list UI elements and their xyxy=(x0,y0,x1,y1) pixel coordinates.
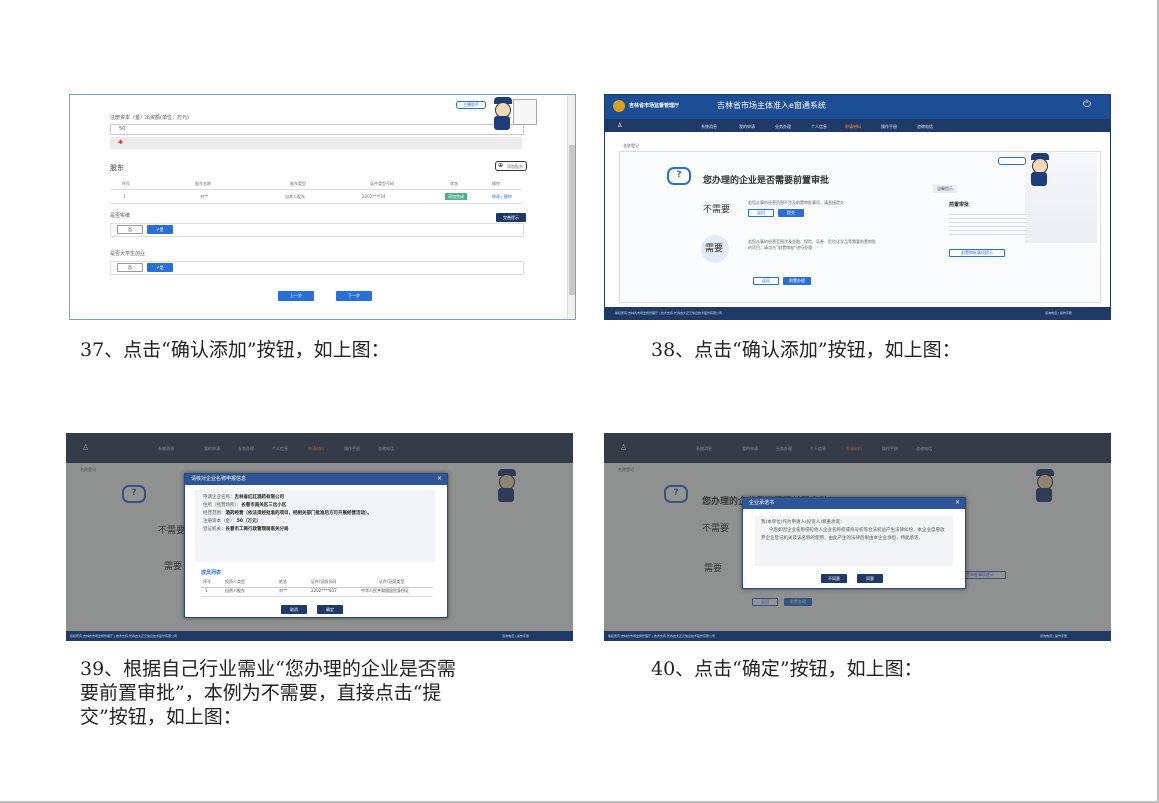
shareholder-section-title: 股东 xyxy=(110,164,124,172)
capital-field-label: 注册资本（金）出资额(单位：万元) xyxy=(110,115,189,121)
screenshot-39: ♙ 系统消息 我的申请 业务办理 个人信息 申请材料 操作手册 咨询电话 名称登… xyxy=(66,433,573,641)
add-shareholder-button[interactable]: 添加股东 ⊕ xyxy=(495,161,527,171)
shareholder-table-header: 序号 股东名称 股东类型 证件类型号码 状态 操作 xyxy=(110,179,522,190)
agree-button[interactable]: 同意 xyxy=(857,574,883,583)
disagree-button[interactable]: 不同意 xyxy=(821,574,847,583)
verify-dialog: 请核对企业名称申报信息 × 申请企业名称：吉林省红红酒药有限公司 住所（经营场所… xyxy=(184,473,448,618)
no-need-text: 若您从事的经营范围不涉及前置审批事项，请直接提交 xyxy=(748,200,844,205)
helper-badge[interactable]: 主播助手 xyxy=(456,101,486,109)
status-badge: 添加完成 xyxy=(445,193,467,200)
table-row: 1 刘** 自然人股东 2202****34 添加完成 修改 | 删除 xyxy=(110,191,522,204)
pre-approval-button[interactable]: 前置办理 xyxy=(783,277,811,285)
screenshot-40: ♙ 系统消息 我的申请 业务办理 个人信息 申请材料 操作手册 咨询电话 名称登… xyxy=(604,433,1111,641)
cancel-button[interactable]: 取消 xyxy=(281,605,307,614)
close-icon[interactable]: × xyxy=(955,499,960,506)
caption-40: 40、点击“确定”按钮，如上图： xyxy=(651,658,923,680)
paid-in-yes[interactable]: ✔是 xyxy=(147,225,173,234)
screenshot-37: 注册资本（金）出资额(单位：万元) 50 ✱ 股东 添加股东 ⊕ 序号 股东名称… xyxy=(69,94,576,320)
nav-materials[interactable]: 申请材料 xyxy=(845,124,861,130)
row-actions[interactable]: 修改 | 删除 xyxy=(492,194,512,200)
commitment-dialog: 企业承诺书 × 我(本单位)作为申请人(投资人)郑重承诺： 今后如因企业名称侵犯… xyxy=(742,497,966,589)
breadcrumb: 名称登记 xyxy=(623,143,639,148)
police-mascot-icon xyxy=(1027,153,1053,186)
nav-manual[interactable]: 操作手册 xyxy=(881,124,897,130)
footer-bar: 版权所有:吉林省市场监督管理厅 | 技术支持:长春吉大正元信息技术股份有限公司 … xyxy=(66,631,573,641)
footer-bar: 版权所有:吉林省市场监督管理厅 | 技术支持:长春吉大正元信息技术股份有限公司 … xyxy=(605,307,1110,319)
info-block: 申请企业名称：吉林省红红酒药有限公司 住所（经营场所）：长春市南关区三岔小区 经… xyxy=(195,490,435,562)
user-icon: ♙ xyxy=(617,122,623,129)
paid-in-no[interactable]: 否 xyxy=(117,225,143,234)
confirm-button[interactable]: 确定 xyxy=(317,605,343,614)
side-hint-button[interactable]: 前置审批事项提示 xyxy=(949,249,1005,257)
return-button[interactable]: 返回 xyxy=(748,209,774,217)
emblem-icon xyxy=(613,100,625,112)
nav-bar: ♙ 系统消息 我的申请 业务办理 个人信息 申请材料 操作手册 咨询电话 xyxy=(605,119,1110,132)
student-no[interactable]: 否 xyxy=(117,263,143,272)
side-text xyxy=(949,211,1029,235)
close-icon[interactable]: × xyxy=(437,475,442,482)
members-title: 成员列表 xyxy=(201,570,222,576)
side-tab: 温馨提示 xyxy=(933,185,957,193)
table-row: 1 自然人股东 刘** 2202****817 中华人民共和国居民身份证 xyxy=(201,588,433,597)
footer-bar: 版权所有:吉林省市场监督管理厅 | 技术支持:长春吉大正元信息技术股份有限公司 … xyxy=(604,631,1111,641)
caption-39: 39、根据自己行业需业“您办理的企业是否需 要前置审批”，本例为不需要，直接点击… xyxy=(80,658,456,728)
no-need-label: 不需要 xyxy=(703,205,731,215)
caption-38: 38、点击“确认添加”按钮，如上图： xyxy=(651,339,961,361)
screenshot-38: 吉林省市场监督管理厅 吉林省市场主体准入e窗通系统 ⏻ ♙ 系统消息 我的申请 … xyxy=(604,94,1111,320)
next-button[interactable]: 下一步 xyxy=(336,291,372,301)
helper-badge-38[interactable] xyxy=(998,157,1026,165)
nav-phone[interactable]: 咨询电话 xyxy=(917,124,933,130)
pre-approval-question: 您办理的企业是否需要前置审批 xyxy=(703,176,830,186)
members-header: 序号 投资人类型 姓名 证件/证照号码 证件/证照类型 xyxy=(201,579,433,588)
need-label: 需要 xyxy=(705,244,724,254)
system-title: 吉林省市场主体准入e窗通系统 xyxy=(717,101,826,110)
commitment-text: 我(本单位)作为申请人(投资人)郑重承诺： 今后如因企业名称侵犯他人企业名称权或… xyxy=(755,516,953,566)
nav-messages[interactable]: 系统消息 xyxy=(701,124,717,130)
need-text: 若您从事的经营范围涉及金融、保险、证券、危险化学品等需要前置审批的项目，请点击“… xyxy=(748,239,876,250)
return-button-2[interactable]: 返回 xyxy=(753,277,779,285)
submit-button[interactable]: 提交 xyxy=(778,209,804,217)
id-card-icon xyxy=(513,99,537,125)
nav-business[interactable]: 业务办理 xyxy=(775,124,791,130)
paid-in-group: 否 ✔是 xyxy=(110,223,524,237)
student-yes[interactable]: ✔是 xyxy=(147,263,173,272)
scrollbar[interactable] xyxy=(567,95,575,319)
prev-button[interactable]: 上一步 xyxy=(278,291,314,301)
nav-profile[interactable]: 个人信息 xyxy=(811,124,827,130)
nav-applications[interactable]: 我的申请 xyxy=(739,124,755,130)
side-title: 前置审批 xyxy=(949,202,970,208)
hint-button[interactable]: 完善提示 xyxy=(496,213,526,222)
question-icon: ? xyxy=(667,167,691,185)
dialog-title: 企业承诺书 xyxy=(743,498,965,509)
student-group: 否 ✔是 xyxy=(110,261,524,275)
error-strip: ✱ xyxy=(110,137,522,149)
capital-input[interactable]: 50 xyxy=(110,124,524,135)
org-name: 吉林省市场监督管理厅 xyxy=(629,103,680,109)
dialog-title: 请核对企业名称申报信息 xyxy=(185,474,447,485)
student-question: 是否大学生创业 xyxy=(110,251,146,257)
app-header: 吉林省市场监督管理厅 吉林省市场主体准入e窗通系统 ⏻ xyxy=(605,95,1110,119)
paid-in-question: 是否实缴 xyxy=(110,213,131,219)
power-icon[interactable]: ⏻ xyxy=(1083,99,1091,110)
caption-37: 37、点击“确认添加”按钮，如上图： xyxy=(80,339,390,361)
